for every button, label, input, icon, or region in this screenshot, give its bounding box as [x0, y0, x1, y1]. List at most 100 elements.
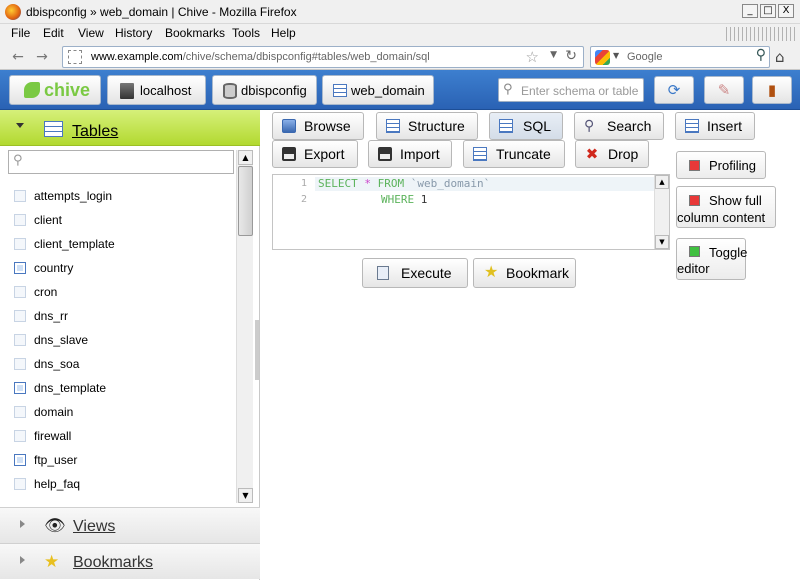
table-icon: [14, 334, 26, 346]
show-full-column-content-toggle[interactable]: Show full column content: [676, 186, 776, 228]
sql-icon: [499, 119, 513, 133]
url-bar[interactable]: www.example.com/chive/schema/dbispconfig…: [62, 46, 584, 68]
table-icon: [14, 382, 26, 394]
scroll-down-icon[interactable]: ▼: [238, 488, 253, 503]
views-section-header[interactable]: 👁 Views: [0, 507, 260, 543]
editor-gutter: 1 2: [273, 175, 315, 249]
tab-structure[interactable]: Structure: [376, 112, 478, 140]
schema-search-input[interactable]: ⚲ Enter schema or table: [498, 78, 644, 102]
home-icon[interactable]: ⌂: [775, 48, 785, 66]
menu-help[interactable]: Help: [271, 26, 296, 40]
table-item-client[interactable]: client: [12, 210, 232, 230]
table-icon: [14, 310, 26, 322]
menu-bookmarks[interactable]: Bookmarks: [165, 26, 225, 40]
menu-tools[interactable]: Tools: [232, 26, 260, 40]
search-icon: ⚲: [503, 82, 513, 97]
table-item-cron[interactable]: cron: [12, 282, 232, 302]
tables-icon: [44, 121, 63, 137]
search-icon[interactable]: ⚲: [756, 47, 766, 63]
collapse-arrow-icon: [20, 520, 25, 528]
menu-file[interactable]: File: [11, 26, 30, 40]
table-button[interactable]: web_domain: [322, 75, 434, 105]
table-item-dns-rr[interactable]: dns_rr: [12, 306, 232, 326]
table-icon: [14, 358, 26, 370]
profiling-off-indicator: [689, 160, 700, 171]
menu-view[interactable]: View: [78, 26, 104, 40]
execute-button[interactable]: Execute: [362, 258, 468, 288]
tab-drop[interactable]: ✖ Drop: [575, 140, 649, 168]
table-item-country[interactable]: country: [12, 258, 232, 278]
web-search-box[interactable]: ▼ Google ⚲: [590, 46, 770, 68]
tab-import[interactable]: Import: [368, 140, 452, 168]
scroll-up-icon[interactable]: ▲: [655, 175, 669, 189]
refresh-icon[interactable]: ⟳: [654, 76, 694, 104]
bookmark-star-icon[interactable]: ☆: [526, 48, 539, 66]
reload-icon[interactable]: ↻: [565, 48, 577, 64]
navigation-bar: ← → www.example.com/chive/schema/dbispco…: [0, 44, 800, 70]
table-item-help-faq[interactable]: help_faq: [12, 474, 232, 494]
host-button[interactable]: localhost: [107, 75, 206, 105]
star-icon: ★: [44, 552, 60, 572]
sql-editor[interactable]: 1 2 SELECT * FROM `web_domain` WHERE 1 ▲…: [272, 174, 670, 250]
firefox-icon: [5, 4, 21, 20]
maximize-button[interactable]: □: [760, 4, 776, 18]
table-item-ftp-user[interactable]: ftp_user: [12, 450, 232, 470]
menu-history[interactable]: History: [115, 26, 152, 40]
url-dropdown-icon[interactable]: ▼: [550, 50, 557, 60]
profiling-toggle[interactable]: Profiling: [676, 151, 766, 179]
drop-x-icon: ✖: [585, 145, 599, 163]
eraser-icon[interactable]: ✎: [704, 76, 744, 104]
expand-arrow-icon: [16, 123, 24, 128]
chive-logo-icon: [24, 82, 40, 98]
table-item-domain[interactable]: domain: [12, 402, 232, 422]
page-favicon-icon: [68, 50, 82, 64]
schema-button[interactable]: dbispconfig: [212, 75, 317, 105]
minimize-button[interactable]: _: [742, 4, 758, 18]
table-icon: [14, 286, 26, 298]
url-path: /chive/schema/dbispconfig#tables/web_dom…: [182, 51, 430, 63]
sql-line-1: SELECT * FROM `web_domain`: [318, 177, 491, 190]
scroll-up-icon[interactable]: ▲: [238, 150, 253, 165]
table-item-help-frontpage[interactable]: help_frontpage: [12, 498, 232, 500]
table-item-dns-slave[interactable]: dns_slave: [12, 330, 232, 350]
table-item-client-template[interactable]: client_template: [12, 234, 232, 254]
table-item-dns-soa[interactable]: dns_soa: [12, 354, 232, 374]
tab-export[interactable]: Export: [272, 140, 358, 168]
scroll-thumb[interactable]: [238, 166, 253, 236]
table-item-attempts-login[interactable]: attempts_login: [12, 186, 232, 206]
chive-home-button[interactable]: chive: [9, 75, 101, 105]
sidebar: Tables ⚲ attempts_login client client_te…: [0, 110, 260, 580]
tab-search[interactable]: ⚲ Search: [574, 112, 664, 140]
back-arrow-icon[interactable]: ←: [8, 47, 28, 67]
tables-section-header[interactable]: Tables: [0, 110, 260, 146]
tab-insert[interactable]: Insert: [675, 112, 755, 140]
table-icon: [14, 454, 26, 466]
table-filter-input[interactable]: ⚲: [8, 150, 234, 174]
editor-scrollbar[interactable]: ▲ ▼: [654, 175, 669, 249]
toolbar-grip: [726, 27, 796, 41]
forward-arrow-icon[interactable]: →: [32, 47, 52, 67]
table-item-dns-template[interactable]: dns_template: [12, 378, 232, 398]
search-engine-dropdown-icon[interactable]: ▼: [613, 51, 619, 60]
export-icon: [282, 147, 296, 161]
bookmark-star-icon: ★: [484, 262, 499, 281]
tab-browse[interactable]: Browse: [272, 112, 364, 140]
bookmarks-section-header[interactable]: ★ Bookmarks: [0, 543, 260, 579]
scroll-down-icon[interactable]: ▼: [655, 235, 669, 249]
tab-sql[interactable]: SQL: [489, 112, 563, 140]
toggle-editor-button[interactable]: Toggle editor: [676, 238, 747, 280]
close-window-button[interactable]: X: [778, 4, 794, 18]
toggle-editor-on-indicator: [689, 246, 700, 257]
web-search-placeholder: Google: [627, 51, 663, 63]
table-item-firewall[interactable]: firewall: [12, 426, 232, 446]
tab-truncate[interactable]: Truncate: [463, 140, 565, 168]
bookmark-button[interactable]: ★ Bookmark: [473, 258, 576, 288]
server-icon: [120, 83, 134, 99]
sidebar-resize-handle[interactable]: [255, 320, 259, 380]
table-list-scrollbar[interactable]: ▲ ▼: [236, 150, 253, 503]
show-full-off-indicator: [689, 195, 700, 206]
menu-edit[interactable]: Edit: [43, 26, 64, 40]
table-icon: [14, 238, 26, 250]
logout-icon[interactable]: ▮: [752, 76, 792, 104]
execute-document-icon: [377, 266, 389, 280]
